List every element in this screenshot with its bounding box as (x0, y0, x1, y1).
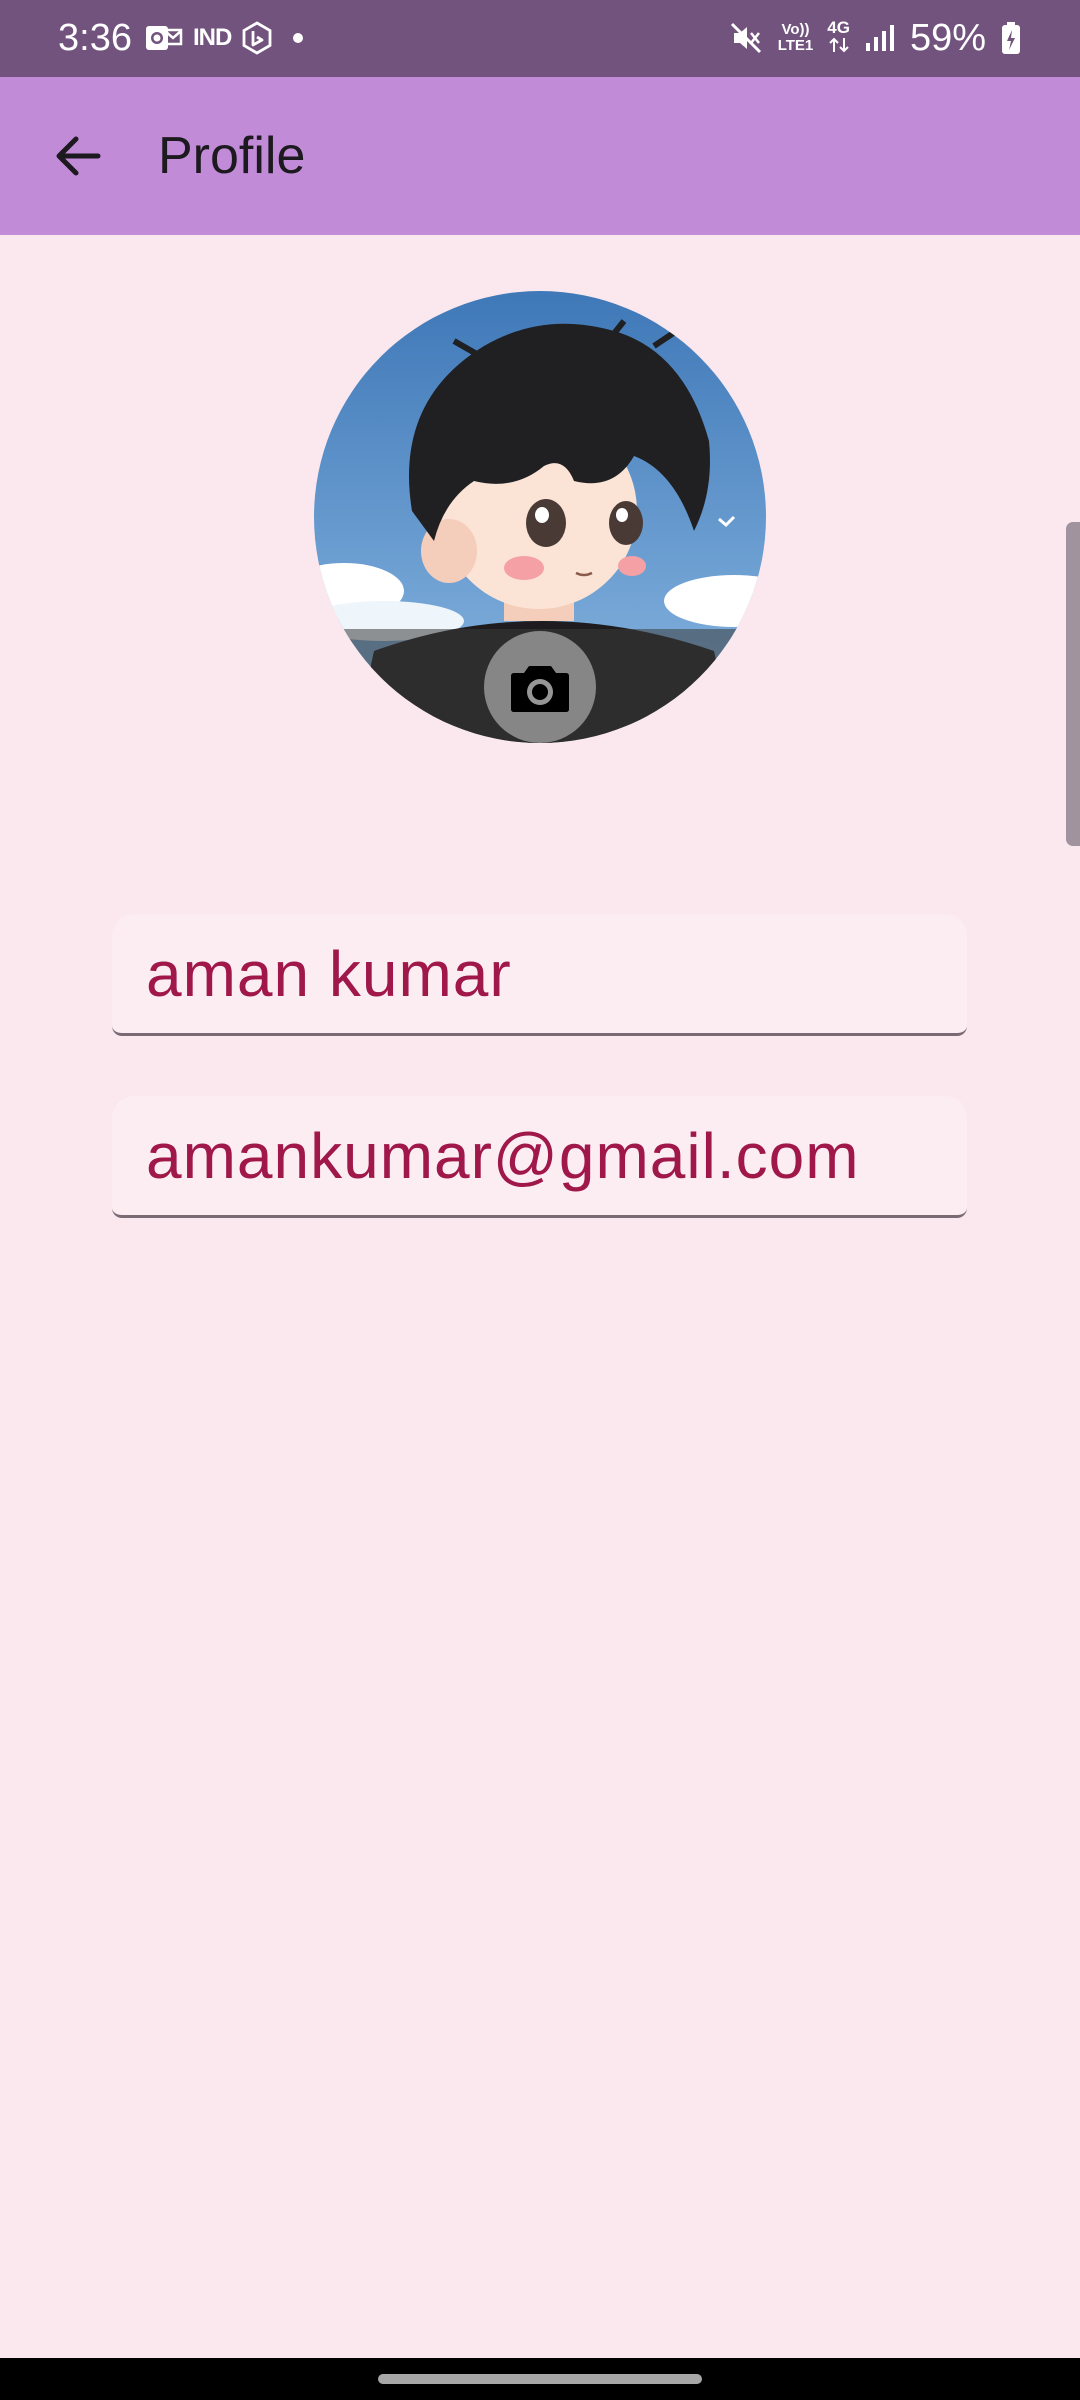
network-operator-label: IND (193, 24, 232, 51)
battery-charging-icon (1002, 22, 1020, 54)
back-button[interactable] (38, 120, 118, 192)
network-type-indicator: 4G (827, 19, 850, 57)
mute-icon (730, 22, 761, 54)
email-value: amankumar@gmail.com (146, 1119, 860, 1192)
status-time: 3:36 (58, 17, 132, 59)
notification-icons: IND (145, 18, 313, 58)
email-field[interactable]: amankumar@gmail.com (112, 1096, 967, 1218)
status-bar: 3:36 IND Vo)) LTE1 4G 59% (0, 0, 1080, 77)
outlook-icon (146, 26, 183, 50)
arrow-back-icon (56, 136, 101, 176)
camera-icon (511, 666, 569, 712)
signal-strength-icon (865, 25, 894, 51)
home-gesture-handle[interactable] (378, 2374, 702, 2384)
notification-dot-icon (293, 33, 304, 43)
system-status-icons: Vo)) LTE1 4G 59% (728, 14, 1022, 62)
network-type-label: 4G (827, 18, 850, 37)
name-value: aman kumar (146, 937, 512, 1010)
profile-avatar[interactable] (314, 291, 766, 743)
name-field[interactable]: aman kumar (112, 914, 967, 1036)
scrollbar-thumb[interactable] (1066, 522, 1080, 846)
page-title: Profile (158, 127, 306, 185)
change-photo-button[interactable] (484, 631, 596, 743)
battery-percent: 59% (909, 17, 986, 59)
bing-icon (242, 21, 272, 55)
data-arrows-icon (828, 37, 849, 53)
system-navigation-bar (0, 2358, 1080, 2400)
app-bar: Profile (0, 77, 1080, 235)
volte-indicator: Vo)) LTE1 (778, 22, 814, 54)
lte-label: LTE1 (777, 37, 814, 54)
volte-label: Vo)) (781, 21, 810, 38)
